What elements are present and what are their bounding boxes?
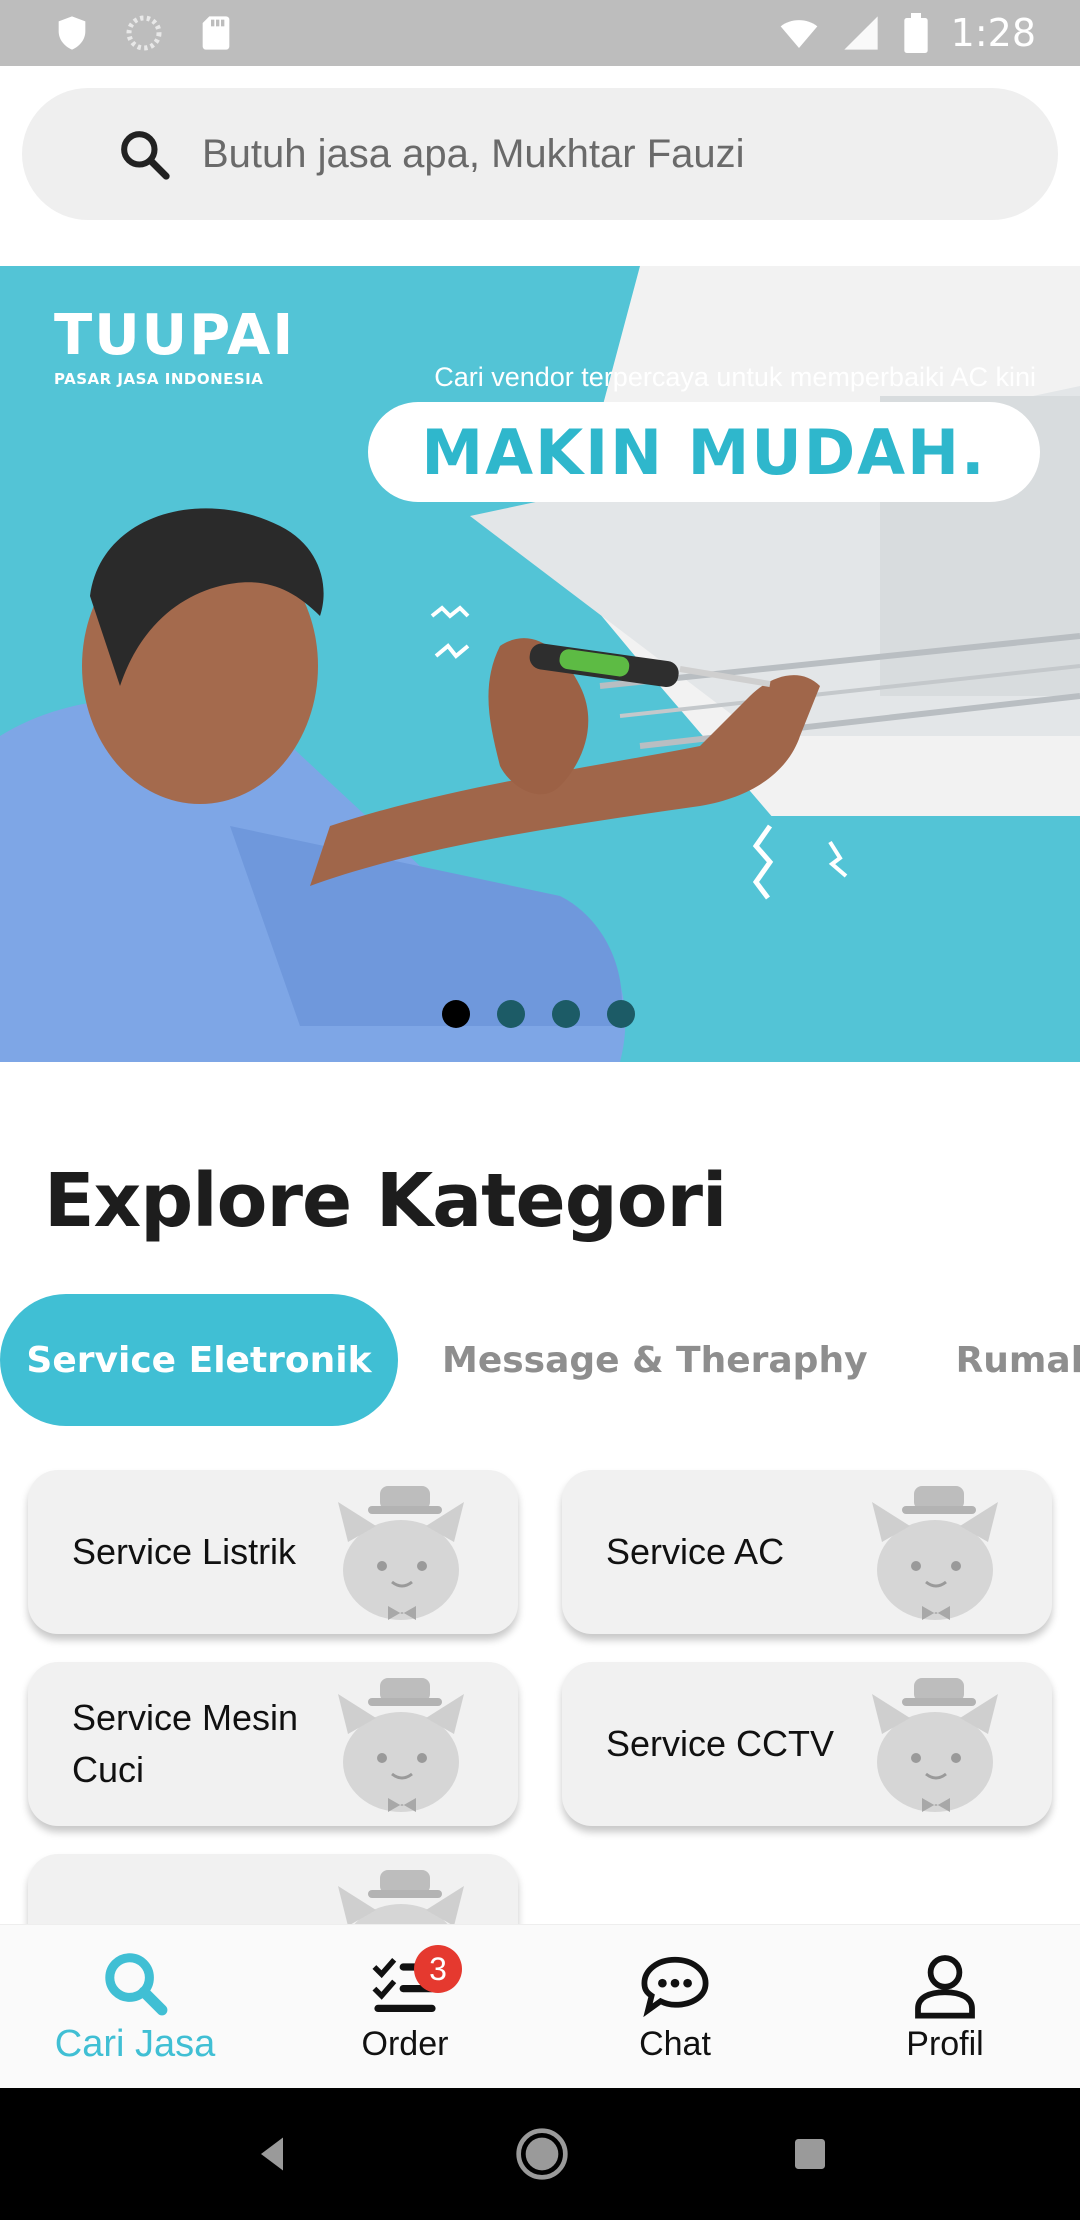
wifi-icon — [780, 20, 817, 48]
battery-icon — [903, 13, 928, 53]
brand-name: TUUPAI — [54, 303, 296, 368]
tab-rumah[interactable]: Rumah T — [912, 1294, 1080, 1426]
shield-icon — [58, 16, 86, 50]
search-input[interactable] — [202, 131, 1002, 177]
category-label: Service AC — [606, 1531, 785, 1572]
mascot-icon — [872, 1486, 998, 1620]
carousel-dot-3[interactable] — [552, 1000, 580, 1028]
carousel-dot-4[interactable] — [607, 1000, 635, 1028]
mascot-icon — [872, 1678, 998, 1812]
search-icon — [121, 131, 170, 180]
nav-item-profil[interactable]: Profil — [810, 1925, 1080, 2088]
category-card-service-ac[interactable]: Service AC — [562, 1470, 1052, 1634]
back-icon[interactable] — [250, 2132, 294, 2176]
chat-bubble-icon — [641, 1956, 709, 2018]
order-count-badge: 3 — [414, 1945, 462, 1993]
carousel-dot-2[interactable] — [497, 1000, 525, 1028]
system-navigation-bar — [0, 2088, 1080, 2220]
nav-item-chat[interactable]: Chat — [540, 1925, 810, 2088]
category-card-service-listrik[interactable]: Service Listrik — [28, 1470, 518, 1634]
status-time: 1:28 — [950, 11, 1036, 55]
nav-label-chat: Chat — [639, 2025, 711, 2063]
sd-card-icon — [202, 16, 230, 50]
mascot-icon — [338, 1486, 464, 1620]
circle-icon — [126, 15, 162, 51]
banner-subtitle: Cari vendor terpercaya untuk memperbaiki… — [434, 362, 1036, 392]
home-icon[interactable] — [514, 2126, 570, 2182]
nav-label-order: Order — [361, 2025, 449, 2063]
mascot-icon — [338, 1678, 464, 1812]
section-title: Explore Kategori — [44, 1158, 727, 1244]
category-label: Service Mesin Cuci — [72, 1697, 299, 1790]
tab-service-eletronik[interactable]: Service Eletronik — [0, 1294, 398, 1426]
status-right-icons: 1:28 — [779, 11, 1036, 55]
carousel-dot-1[interactable] — [442, 1000, 470, 1028]
search-bar[interactable] — [22, 88, 1058, 220]
category-card-service-cctv[interactable]: Service CCTV — [562, 1662, 1052, 1826]
bottom-navigation: Cari Jasa 3 Order Chat Profil — [0, 1924, 1080, 2088]
category-label: Service Listrik — [72, 1531, 297, 1572]
brand-logo: TUUPAI PASAR JASA INDONESIA — [54, 303, 296, 389]
category-tabs: Service Eletronik Message & Theraphy Rum… — [0, 1294, 1080, 1426]
person-icon — [915, 1955, 975, 2019]
category-label: Service CCTV — [606, 1723, 835, 1764]
search-icon — [105, 1953, 168, 2016]
tab-message-theraphy[interactable]: Message & Theraphy — [398, 1294, 912, 1426]
category-card-service-mesin-cuci[interactable]: Service Mesin Cuci — [28, 1662, 518, 1826]
nav-label-cari-jasa: Cari Jasa — [54, 2023, 216, 2065]
recents-icon[interactable] — [790, 2134, 830, 2174]
status-bar: 1:28 — [0, 0, 1080, 66]
carousel-indicator — [442, 1000, 635, 1028]
nav-item-order[interactable]: 3 Order — [270, 1925, 540, 2088]
nav-item-cari-jasa[interactable]: Cari Jasa — [0, 1925, 270, 2088]
banner-headline: MAKIN MUDAH. — [368, 402, 1040, 502]
nav-label-profil: Profil — [906, 2025, 984, 2063]
promo-banner[interactable]: TUUPAI PASAR JASA INDONESIA Cari vendor … — [0, 266, 1080, 1062]
signal-icon — [843, 16, 878, 50]
status-left-icons — [52, 13, 236, 53]
brand-tagline: PASAR JASA INDONESIA — [54, 370, 264, 388]
